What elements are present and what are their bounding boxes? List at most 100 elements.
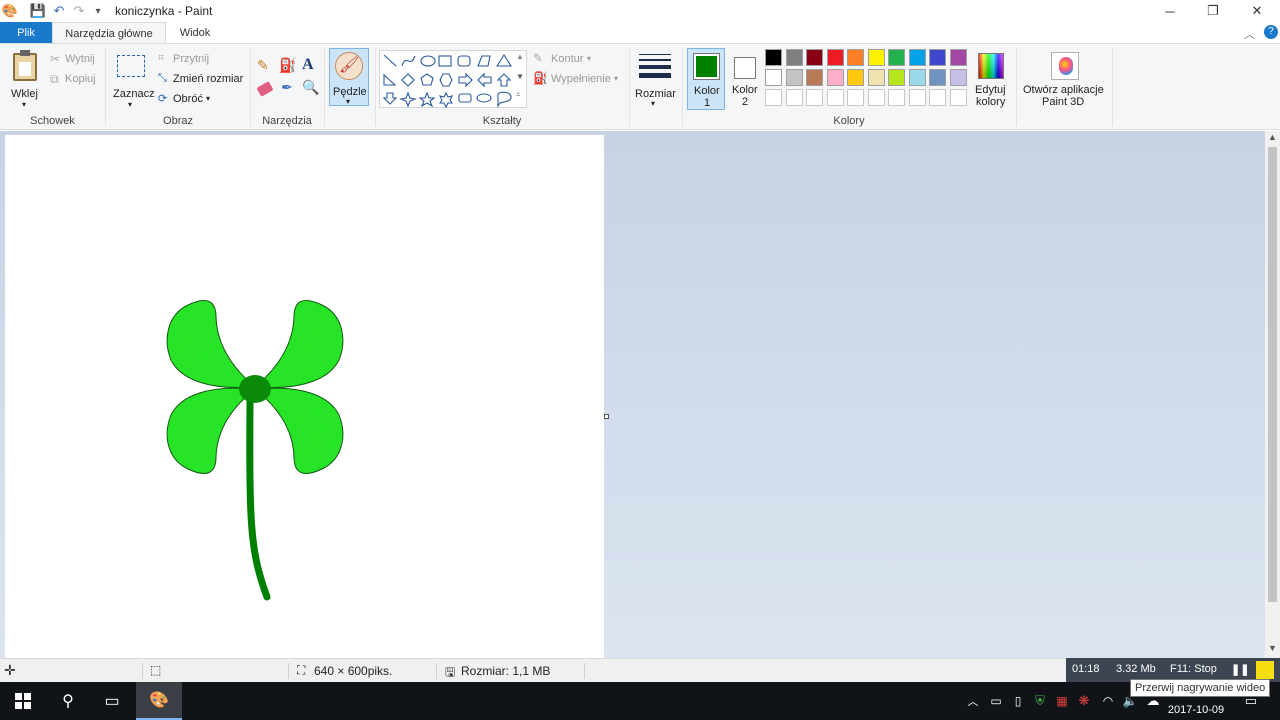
paint-taskbar-icon[interactable]: 🎨 <box>136 682 182 720</box>
palette-swatch[interactable] <box>949 49 967 66</box>
palette-swatch[interactable] <box>826 89 844 106</box>
fill-button[interactable]: Wypełnienie <box>551 73 611 85</box>
palette-swatch[interactable] <box>908 89 926 106</box>
tray-app-icon: ▦ <box>1056 694 1068 708</box>
color1-button[interactable]: Kolor 1 <box>687 48 725 110</box>
palette-swatch[interactable] <box>929 89 946 106</box>
group-label-colors: Kolory <box>833 115 865 127</box>
palette-swatch[interactable] <box>785 69 803 86</box>
tab-view[interactable]: Widok <box>166 22 224 44</box>
edit-colors-label-line2: kolory <box>976 96 1006 108</box>
palette-swatch[interactable] <box>949 69 967 86</box>
magnifier-icon[interactable]: 🔍 <box>302 79 319 96</box>
palette-swatch[interactable] <box>867 69 885 86</box>
palette-swatch[interactable] <box>765 49 782 66</box>
copy-button[interactable]: Kopiuj <box>65 73 96 85</box>
eraser-icon[interactable] <box>256 81 274 97</box>
palette-swatch[interactable] <box>806 69 823 86</box>
crop-button[interactable]: Przytnij <box>173 53 209 65</box>
fill-bucket-icon[interactable]: ⛽ <box>279 57 296 74</box>
show-hidden-icons[interactable]: ︿ <box>964 682 982 720</box>
text-icon[interactable]: A <box>302 56 314 74</box>
undo-icon[interactable]: ↶ <box>51 3 67 19</box>
wifi-icon: ◠ <box>1102 694 1114 708</box>
palette-swatch[interactable] <box>806 49 823 66</box>
palette-swatch[interactable] <box>908 49 926 66</box>
taskbar: ⚲ ▭ 🎨 ︿ ▭ ▯ ⛨ ▦ ❋ ◠ 🔈 ☁ 2017-10-09 ▭ <box>0 682 1280 720</box>
palette-swatch[interactable] <box>847 89 864 106</box>
task-view-icon[interactable]: ▭ <box>90 682 134 720</box>
pencil-icon[interactable]: ✎ <box>257 57 269 74</box>
rotate-button[interactable]: Obróć <box>173 93 203 105</box>
palette-swatch[interactable] <box>765 89 782 106</box>
scrollbar-thumb[interactable] <box>1268 147 1277 602</box>
recording-stop-hotkey[interactable]: F11: Stop <box>1170 663 1217 675</box>
shapes-scroll-down-icon[interactable]: ▼ <box>516 72 524 81</box>
cut-button[interactable]: Wytnij <box>65 53 95 65</box>
canvas-resize-handle[interactable] <box>604 414 609 419</box>
palette-swatch[interactable] <box>888 89 905 106</box>
edit-colors-button[interactable]: Edytuj kolory <box>973 48 1009 110</box>
windows-start-icon[interactable] <box>0 682 46 720</box>
vertical-scrollbar[interactable]: ▲ ▼ <box>1265 131 1280 658</box>
outline-button[interactable]: Kontur <box>551 53 583 65</box>
palette-swatch[interactable] <box>867 89 885 106</box>
select-button[interactable]: Zaznacz ▾ <box>110 48 155 110</box>
image-dimensions: 640 × 600piks. <box>314 664 393 678</box>
restore-button[interactable]: ❐ <box>1190 0 1236 22</box>
palette-swatch[interactable] <box>847 49 864 66</box>
redo-icon[interactable]: ↷ <box>71 3 87 19</box>
palette-swatch[interactable] <box>806 89 823 106</box>
shapes-expand-icon[interactable]: ⩡ <box>516 90 521 100</box>
fill-dropdown-icon: ▾ <box>614 74 619 83</box>
copy-icon: ⧉ <box>50 72 59 86</box>
status-separator <box>142 663 143 679</box>
drawing-canvas[interactable] <box>5 135 604 658</box>
resize-button[interactable]: Zmień rozmiar <box>173 73 243 85</box>
palette-swatch[interactable] <box>826 49 844 66</box>
paint3d-icon <box>1051 52 1079 80</box>
palette-swatch[interactable] <box>949 89 967 106</box>
palette-swatch[interactable] <box>888 69 905 86</box>
shapes-gallery[interactable] <box>379 50 527 109</box>
shapes-gallery-icons <box>382 53 513 109</box>
color2-button[interactable]: Kolor 2 <box>728 48 762 110</box>
tab-home[interactable]: Narzędzia główne <box>52 22 166 44</box>
palette-swatch[interactable] <box>785 49 803 66</box>
minimize-button[interactable]: ─ <box>1147 0 1193 22</box>
close-button[interactable]: ✕ <box>1234 0 1280 22</box>
palette-swatch[interactable] <box>929 69 946 86</box>
size-label: Rozmiar <box>635 88 676 100</box>
shapes-scroll-up-icon[interactable]: ▲ <box>516 52 524 61</box>
palette-swatch[interactable] <box>888 49 905 66</box>
color-spectrum-icon <box>978 53 1004 79</box>
customize-toolbar-icon[interactable]: ▾ <box>90 3 106 19</box>
pause-icon[interactable]: ❚❚ <box>1231 663 1249 676</box>
color-picker-icon[interactable]: ✒ <box>281 79 293 96</box>
tab-file[interactable]: Plik <box>0 22 52 44</box>
palette-swatch[interactable] <box>765 69 782 86</box>
scroll-down-icon[interactable]: ▼ <box>1268 643 1277 653</box>
paint-app-icon[interactable]: 🎨 <box>2 3 18 19</box>
outline-dropdown-icon: ▾ <box>587 54 592 63</box>
brushes-button[interactable]: 🖌 Pędzle ▾ <box>329 48 369 106</box>
color1-label-line1: Kolor <box>694 85 720 97</box>
open-paint3d-button[interactable]: Otwórz aplikacje Paint 3D <box>1020 48 1110 110</box>
palette-swatch[interactable] <box>826 69 844 86</box>
palette-swatch[interactable] <box>847 69 864 86</box>
collapse-ribbon-icon[interactable]: ︿ <box>1244 26 1255 42</box>
palette-swatch[interactable] <box>929 49 946 66</box>
help-icon[interactable]: ? <box>1264 25 1278 39</box>
size-button[interactable]: Rozmiar ▾ <box>632 48 678 110</box>
palette-swatch[interactable] <box>867 49 885 66</box>
search-icon[interactable]: ⚲ <box>46 682 90 720</box>
size-dropdown-icon: ▾ <box>651 99 656 108</box>
scroll-up-icon[interactable]: ▲ <box>1268 132 1277 142</box>
color1-swatch <box>693 53 720 80</box>
palette-swatch[interactable] <box>908 69 926 86</box>
save-icon[interactable]: 💾 <box>30 3 46 19</box>
paste-button[interactable]: Wklej ▾ <box>8 48 42 110</box>
clipboard-icon <box>13 50 37 81</box>
stop-recording-button[interactable] <box>1256 661 1274 679</box>
palette-swatch[interactable] <box>785 89 803 106</box>
